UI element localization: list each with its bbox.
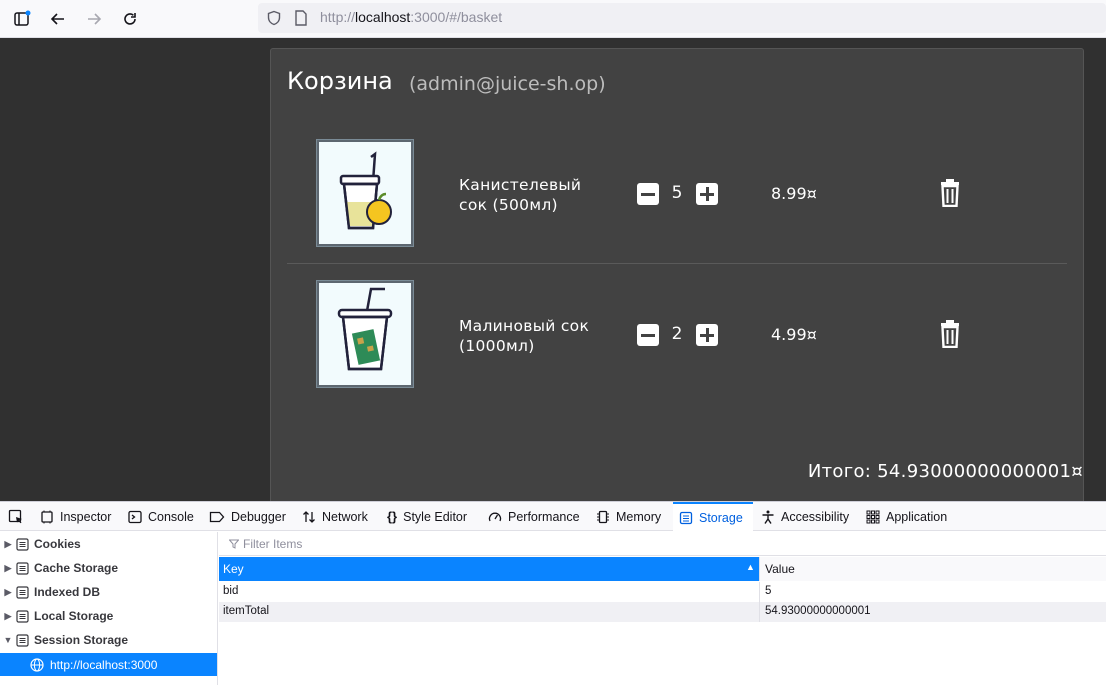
browser-toolbar: http://localhost:3000/#/basket bbox=[0, 0, 1106, 38]
triangle-down-icon: ▼ bbox=[3, 635, 13, 645]
grid-icon bbox=[866, 510, 880, 523]
storage-icon bbox=[16, 633, 29, 647]
page-content: Корзина (admin@juice-sh.op) Канистелевый… bbox=[0, 38, 1106, 501]
storage-icon bbox=[16, 609, 29, 623]
tab-memory[interactable]: Memory bbox=[590, 502, 667, 531]
triangle-right-icon: ▶ bbox=[4, 538, 12, 549]
table-row[interactable]: itemTotal 54.93000000000001 bbox=[219, 602, 1106, 622]
basket-row: Малиновый сок (1000мл) 2 4.99¤ bbox=[287, 264, 1067, 405]
tab-inspector[interactable]: Inspector bbox=[34, 502, 117, 531]
decrease-quantity-button[interactable] bbox=[637, 183, 659, 205]
tab-network[interactable]: Network bbox=[296, 502, 374, 531]
user-email: (admin@juice-sh.op) bbox=[409, 73, 606, 95]
tab-accessibility[interactable]: Accessibility bbox=[755, 502, 855, 531]
storage-icon bbox=[16, 561, 29, 575]
product-image bbox=[317, 281, 413, 387]
storage-sidebar: ▶ Cookies ▶ Cache Storage ▶ Indexed DB ▶… bbox=[0, 532, 218, 685]
gauge-icon bbox=[488, 512, 502, 521]
tab-application[interactable]: Application bbox=[860, 502, 953, 531]
item-price: 4.99¤ bbox=[771, 325, 817, 344]
tab-style-editor[interactable]: {} Style Editor bbox=[381, 502, 473, 531]
chip-icon bbox=[597, 510, 609, 523]
network-icon bbox=[303, 510, 315, 523]
debugger-icon bbox=[209, 511, 225, 522]
page-title: Корзина bbox=[287, 67, 393, 95]
url-bar[interactable]: http://localhost:3000/#/basket bbox=[258, 3, 1106, 33]
column-header-value[interactable]: Value bbox=[759, 557, 1106, 581]
sidebar-item-origin[interactable]: http://localhost:3000 bbox=[0, 653, 217, 676]
reload-icon[interactable] bbox=[118, 7, 142, 31]
basket-row: Канистелевый сок (500мл) 5 8.99¤ bbox=[287, 123, 1067, 264]
tab-storage[interactable]: Storage bbox=[673, 502, 753, 531]
table-row[interactable]: bid 5 bbox=[219, 582, 1106, 602]
item-price: 8.99¤ bbox=[771, 184, 817, 203]
tab-performance[interactable]: Performance bbox=[482, 502, 586, 531]
table-header: Key ▲ Value bbox=[219, 557, 1106, 581]
decrease-quantity-button[interactable] bbox=[637, 324, 659, 346]
tab-debugger[interactable]: Debugger bbox=[203, 502, 292, 531]
element-picker-icon[interactable] bbox=[2, 502, 30, 531]
product-image bbox=[317, 140, 413, 246]
page-icon bbox=[294, 10, 308, 30]
devtools-panel: Inspector Console Debugger Network {} St… bbox=[0, 501, 1106, 685]
sidebar-item-session-storage[interactable]: ▼ Session Storage bbox=[0, 628, 218, 652]
forward-arrow-icon[interactable] bbox=[82, 7, 106, 31]
increase-quantity-button[interactable] bbox=[696, 324, 718, 346]
column-header-key[interactable]: Key bbox=[223, 562, 244, 576]
accessibility-icon bbox=[762, 510, 774, 524]
shield-icon[interactable] bbox=[266, 10, 282, 30]
devtools-tabs: Inspector Console Debugger Network {} St… bbox=[0, 502, 1106, 531]
basket-total: Итого: 54.93000000000001¤ bbox=[807, 461, 1083, 482]
url-text[interactable]: http://localhost:3000/#/basket bbox=[320, 9, 502, 25]
sort-ascending-icon: ▲ bbox=[746, 562, 755, 572]
quantity-value: 5 bbox=[671, 183, 683, 203]
back-arrow-icon[interactable] bbox=[46, 7, 70, 31]
trash-icon[interactable] bbox=[939, 179, 961, 208]
inspector-icon bbox=[41, 510, 53, 523]
braces-icon: {} bbox=[387, 509, 398, 524]
sidebar-toggle-icon[interactable] bbox=[10, 7, 34, 31]
filter-input[interactable]: Filter Items bbox=[219, 532, 1106, 556]
console-icon bbox=[128, 510, 142, 523]
triangle-right-icon: ▶ bbox=[4, 610, 12, 621]
globe-icon bbox=[30, 657, 44, 672]
basket-card: Корзина (admin@juice-sh.op) Канистелевый… bbox=[270, 48, 1084, 501]
storage-icon bbox=[16, 537, 29, 551]
storage-icon bbox=[16, 585, 29, 599]
sidebar-item-local-storage[interactable]: ▶ Local Storage bbox=[0, 604, 218, 628]
triangle-right-icon: ▶ bbox=[4, 562, 12, 573]
product-name: Малиновый сок (1000мл) bbox=[459, 317, 590, 355]
product-name: Канистелевый сок (500мл) bbox=[459, 176, 582, 214]
filter-icon bbox=[229, 539, 239, 549]
increase-quantity-button[interactable] bbox=[696, 183, 718, 205]
sidebar-item-indexed-db[interactable]: ▶ Indexed DB bbox=[0, 580, 218, 604]
storage-icon bbox=[679, 511, 693, 524]
triangle-right-icon: ▶ bbox=[4, 586, 12, 597]
quantity-value: 2 bbox=[671, 324, 683, 344]
sidebar-item-cache-storage[interactable]: ▶ Cache Storage bbox=[0, 556, 218, 580]
sidebar-item-cookies[interactable]: ▶ Cookies bbox=[0, 532, 218, 556]
tab-console[interactable]: Console bbox=[122, 502, 200, 531]
trash-icon[interactable] bbox=[939, 320, 961, 349]
